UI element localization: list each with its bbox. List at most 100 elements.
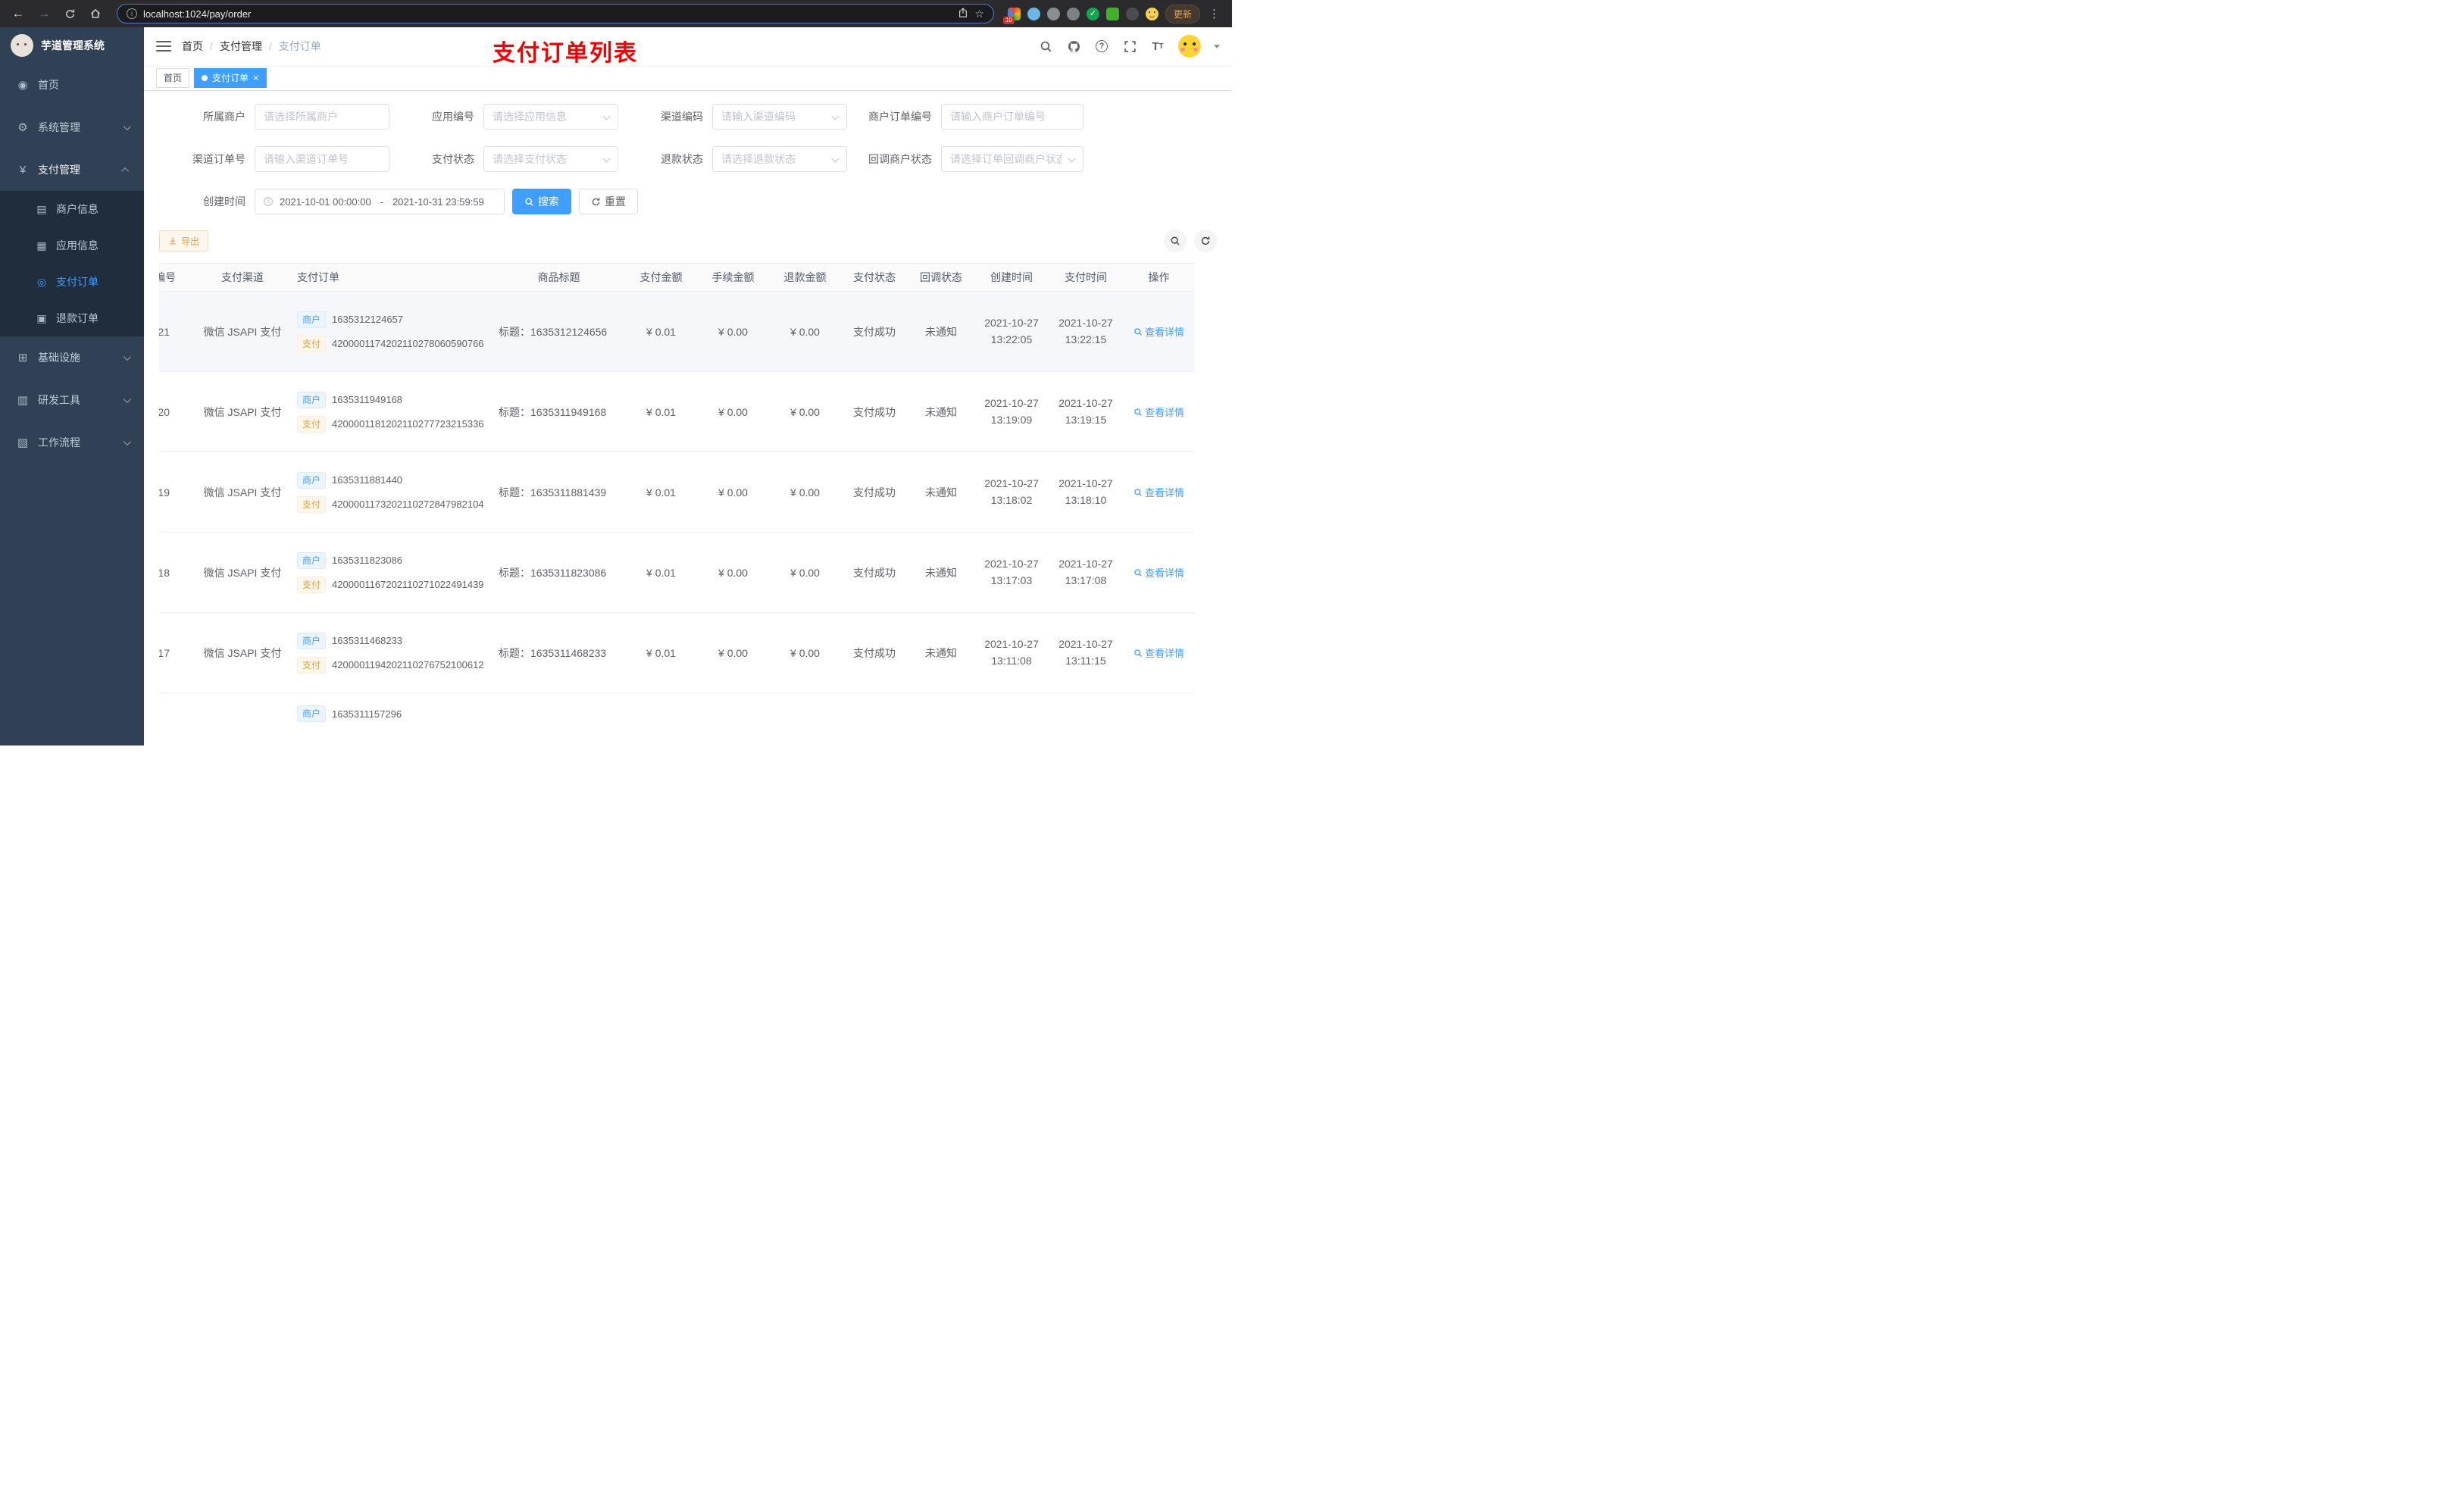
view-detail-link[interactable]: 查看详情 bbox=[1134, 565, 1184, 580]
sidebar: 芋道管理系统 ◉ 首页 ⚙ 系统管理 ¥ 支付管理 ▤ 商户信息 ▦ 应用信息 bbox=[0, 27, 144, 746]
box-icon: ▧ bbox=[17, 436, 29, 449]
channel-order-no-input[interactable] bbox=[255, 146, 389, 172]
sidebar-item-home[interactable]: ◉ 首页 bbox=[0, 64, 144, 106]
merchant-tag: 商户 bbox=[297, 311, 327, 328]
view-detail-link[interactable]: 查看详情 bbox=[1134, 405, 1184, 419]
view-detail-link[interactable]: 查看详情 bbox=[1134, 485, 1184, 499]
circle-dot-icon: ◎ bbox=[36, 275, 47, 288]
share-icon[interactable] bbox=[958, 7, 968, 20]
extension-icon[interactable] bbox=[1046, 7, 1060, 20]
sidebar-item-merchant-info[interactable]: ▤ 商户信息 bbox=[0, 191, 144, 227]
app-id-select[interactable] bbox=[483, 104, 618, 130]
table-row-partial: 商户 1635311157296 bbox=[159, 693, 1195, 746]
extension-icon[interactable]: 10 bbox=[1002, 7, 1021, 24]
browser-menu-icon[interactable]: ⋮ bbox=[1207, 7, 1221, 20]
table-toolbar: 导出 bbox=[159, 230, 1217, 252]
sidebar-item-payment[interactable]: ¥ 支付管理 bbox=[0, 148, 144, 191]
tool-icon: ▥ bbox=[17, 394, 29, 407]
merchant-tag: 商户 bbox=[297, 552, 327, 569]
close-icon[interactable]: × bbox=[253, 73, 259, 83]
app-logo: 芋道管理系统 bbox=[0, 27, 144, 64]
tab-pay-order[interactable]: 支付订单 × bbox=[194, 67, 267, 88]
extension-badge: 10 bbox=[1002, 16, 1015, 24]
extension-icon[interactable] bbox=[1125, 7, 1139, 20]
font-size-icon[interactable]: TT bbox=[1150, 39, 1165, 54]
merchant-select[interactable] bbox=[255, 104, 389, 130]
channel-code-select[interactable] bbox=[712, 104, 847, 130]
pay-tag: 支付 bbox=[297, 415, 327, 433]
help-icon[interactable]: ? bbox=[1094, 39, 1109, 54]
sidebar-item-infra[interactable]: ⊞ 基础设施 bbox=[0, 336, 144, 379]
date-start: 2021-10-01 00:00:00 bbox=[280, 195, 371, 208]
extension-icon[interactable] bbox=[1027, 7, 1040, 20]
notify-status-select[interactable] bbox=[941, 146, 1083, 172]
table-row: 17 微信 JSAPI 支付 商户 1635311468233 支付 4200001… bbox=[159, 613, 1195, 693]
refresh-table-button[interactable] bbox=[1194, 230, 1217, 252]
sidebar-item-pay-order[interactable]: ◎ 支付订单 bbox=[0, 264, 144, 300]
search-button[interactable]: 搜索 bbox=[512, 189, 571, 214]
refresh-icon bbox=[1201, 236, 1210, 245]
sidebar-item-devtools[interactable]: ▥ 研发工具 bbox=[0, 379, 144, 421]
breadcrumb-home[interactable]: 首页 bbox=[182, 39, 203, 54]
chevron-up-icon bbox=[121, 167, 130, 175]
pay-tag: 支付 bbox=[297, 335, 327, 352]
browser-reload-button[interactable] bbox=[59, 3, 80, 24]
search-icon[interactable] bbox=[1038, 39, 1053, 54]
sidebar-item-app-info[interactable]: ▦ 应用信息 bbox=[0, 227, 144, 264]
pay-tag: 支付 bbox=[297, 656, 327, 674]
merchant-tag: 商户 bbox=[297, 391, 327, 408]
extension-icon[interactable]: ✓ bbox=[1086, 7, 1099, 20]
refund-status-select[interactable] bbox=[712, 146, 847, 172]
reload-icon bbox=[65, 9, 74, 18]
filter-row-2: 渠道订单号 支付状态 退款状态 回调商户状态 bbox=[159, 146, 1217, 172]
merchant-tag: 商户 bbox=[297, 632, 327, 649]
filter-pay-status: 支付状态 bbox=[411, 146, 618, 172]
export-button[interactable]: 导出 bbox=[159, 230, 209, 252]
document-icon: ▣ bbox=[36, 311, 47, 324]
sidebar-item-system[interactable]: ⚙ 系统管理 bbox=[0, 106, 144, 148]
refresh-icon bbox=[592, 197, 600, 205]
view-detail-link[interactable]: 查看详情 bbox=[1134, 324, 1184, 339]
browser-back-button[interactable]: ← bbox=[8, 3, 29, 24]
breadcrumb-current: 支付订单 bbox=[278, 40, 321, 52]
reset-button[interactable]: 重置 bbox=[579, 189, 638, 214]
table-settings bbox=[1164, 230, 1217, 252]
fullscreen-icon[interactable] bbox=[1122, 39, 1137, 54]
bookmark-star-icon[interactable]: ☆ bbox=[974, 8, 984, 20]
extension-icon[interactable] bbox=[1066, 7, 1080, 20]
browser-home-button[interactable] bbox=[85, 3, 106, 24]
clock-icon bbox=[263, 196, 274, 207]
monitor-icon: ⊞ bbox=[17, 352, 28, 364]
date-range-picker[interactable]: 2021-10-01 00:00:00 - 2021-10-31 23:59:5… bbox=[255, 189, 505, 214]
tab-home[interactable]: 首页 bbox=[156, 67, 190, 88]
breadcrumb: 首页 / 支付管理 / 支付订单 bbox=[182, 39, 321, 54]
view-detail-link[interactable]: 查看详情 bbox=[1134, 645, 1184, 660]
github-icon[interactable] bbox=[1066, 39, 1081, 54]
logo-avatar bbox=[11, 34, 33, 57]
sidebar-item-refund-order[interactable]: ▣ 退款订单 bbox=[0, 300, 144, 336]
chevron-down-icon bbox=[123, 352, 131, 361]
user-avatar[interactable] bbox=[1178, 35, 1201, 58]
extension-icon[interactable] bbox=[1145, 7, 1159, 20]
browser-update-button[interactable]: 更新 bbox=[1165, 4, 1200, 23]
user-dropdown-caret-icon[interactable] bbox=[1214, 44, 1220, 48]
search-icon bbox=[1134, 327, 1142, 336]
breadcrumb-pay[interactable]: 支付管理 bbox=[220, 39, 262, 54]
sidebar-collapse-icon[interactable] bbox=[156, 39, 171, 54]
browser-forward-button[interactable]: → bbox=[33, 3, 55, 24]
filter-notify-status: 回调商户状态 bbox=[868, 146, 1083, 172]
dashboard-icon: ◉ bbox=[17, 79, 28, 92]
navbar-actions: ? TT bbox=[1038, 35, 1220, 58]
tags-view-bar: 首页 支付订单 × bbox=[144, 65, 1232, 91]
gear-icon: ⚙ bbox=[17, 121, 28, 134]
merchant-order-no-input[interactable] bbox=[941, 104, 1083, 130]
sidebar-item-workflow[interactable]: ▧ 工作流程 bbox=[0, 421, 144, 464]
extension-icon[interactable] bbox=[1105, 7, 1119, 20]
toggle-search-button[interactable] bbox=[1164, 230, 1187, 252]
top-navbar: 首页 / 支付管理 / 支付订单 支付订单列表 ? TT bbox=[144, 27, 1232, 66]
site-info-icon[interactable]: i bbox=[127, 8, 137, 19]
grid-icon: ▦ bbox=[36, 239, 47, 252]
search-icon bbox=[1134, 568, 1142, 577]
pay-status-select[interactable] bbox=[483, 146, 618, 172]
url-bar[interactable]: i localhost:1024/pay/order ☆ bbox=[117, 4, 994, 23]
